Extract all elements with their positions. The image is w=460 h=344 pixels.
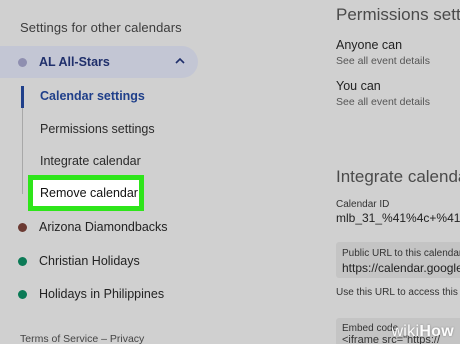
wikihow-watermark: wikiHow: [391, 323, 454, 341]
settings-content: Permissions setting Anyone can See all e…: [322, 0, 460, 344]
watermark-wiki: wiki: [391, 323, 420, 340]
calendar-label: Holidays in Philippines: [39, 287, 165, 301]
public-url-field[interactable]: Public URL to this calendar https://cale…: [336, 242, 460, 278]
permission-value[interactable]: See all event details: [336, 96, 430, 108]
public-url-note: Use this URL to access this c: [336, 287, 460, 298]
calendar-color-dot: [18, 256, 27, 266]
chevron-up-icon[interactable]: [174, 55, 186, 67]
sidebar-item-integrate-calendar[interactable]: Integrate calendar: [40, 154, 141, 168]
calendar-id-value[interactable]: mlb_31_%41%4c+%41l-%: [336, 211, 460, 225]
calendar-color-dot: [18, 222, 27, 232]
permission-title: You can: [336, 79, 381, 93]
sidebar-item-holidays-in-philippines[interactable]: Holidays in Philippines: [18, 287, 164, 301]
sidebar-item-remove-calendar[interactable]: Remove calendar: [33, 180, 139, 206]
permission-value[interactable]: See all event details: [336, 55, 430, 67]
public-url-label: Public URL to this calendar: [342, 248, 460, 259]
public-url-value: https://calendar.google: [342, 261, 460, 275]
permissions-heading: Permissions setting: [336, 5, 460, 24]
sidebar-item-christian-holidays[interactable]: Christian Holidays: [18, 254, 140, 268]
calendar-label: Christian Holidays: [39, 254, 140, 268]
calendar-color-dot: [18, 289, 27, 299]
calendar-color-dot: [18, 57, 27, 67]
submenu-active-indicator: [21, 86, 24, 108]
integrate-heading: Integrate calendar: [336, 167, 460, 186]
remove-calendar-highlight: Remove calendar: [28, 175, 144, 211]
sidebar-item-arizona-diamondbacks[interactable]: Arizona Diamondbacks: [18, 220, 168, 234]
calendar-id-label: Calendar ID: [336, 199, 390, 210]
calendar-group-al-all-stars[interactable]: AL All-Stars: [0, 46, 198, 78]
permission-title: Anyone can: [336, 38, 403, 52]
calendar-group-label: AL All-Stars: [39, 55, 110, 69]
settings-sidebar: Settings for other calendars AL All-Star…: [0, 0, 305, 344]
section-title: Settings for other calendars: [20, 20, 182, 35]
calendar-label: Arizona Diamondbacks: [39, 220, 168, 234]
calendar-settings-page: Settings for other calendars AL All-Star…: [0, 0, 460, 344]
watermark-how: How: [419, 323, 454, 340]
footer-links[interactable]: Terms of Service – Privacy: [20, 333, 144, 344]
sidebar-item-calendar-settings[interactable]: Calendar settings: [40, 89, 145, 103]
sidebar-item-permissions-settings[interactable]: Permissions settings: [40, 122, 155, 136]
